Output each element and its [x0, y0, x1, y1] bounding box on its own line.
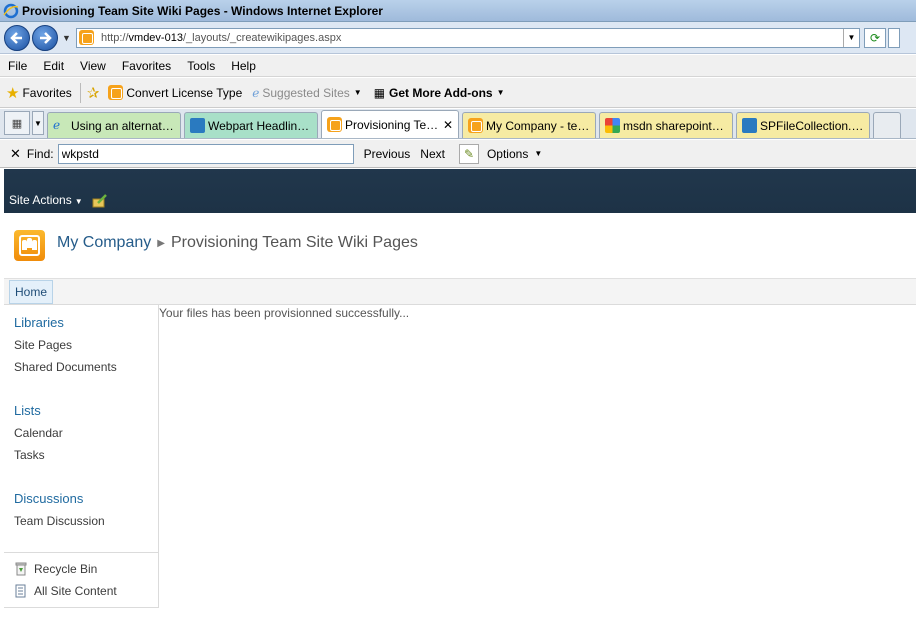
- find-bar: ✕ Find: Previous Next ✎ Options ▼: [0, 140, 916, 168]
- addons-dropdown-icon: ▼: [496, 88, 505, 97]
- ql-libraries-heading[interactable]: Libraries: [14, 315, 64, 330]
- back-arrow-icon: [10, 31, 22, 44]
- status-message: Your files has been provisionned success…: [159, 306, 410, 320]
- ql-calendar[interactable]: Calendar: [14, 426, 63, 440]
- get-addons-link[interactable]: ▦ Get More Add-ons ▼: [374, 86, 505, 100]
- window-title-bar: Provisioning Team Site Wiki Pages - Wind…: [0, 0, 916, 22]
- menu-edit[interactable]: Edit: [35, 59, 72, 73]
- tab-msdn-sharepoint[interactable]: msdn sharepoint spf...: [599, 112, 733, 138]
- window-title: Provisioning Team Site Wiki Pages - Wind…: [22, 3, 383, 18]
- ql-divider: [4, 552, 159, 553]
- quick-tabs-button[interactable]: ▦: [4, 111, 30, 135]
- page-title: Provisioning Team Site Wiki Pages: [170, 234, 418, 251]
- new-tab-button[interactable]: [873, 112, 901, 138]
- ie-page-icon: ℯ: [53, 118, 61, 132]
- menu-bar: File Edit View Favorites Tools Help: [0, 55, 916, 77]
- quick-tabs-icon: ▦: [11, 117, 23, 130]
- address-dropdown-icon[interactable]: ▼: [843, 28, 859, 47]
- ql-all-site-content[interactable]: All Site Content: [14, 584, 117, 598]
- tab-using-alternate[interactable]: ℯ Using an alternate C...: [47, 112, 181, 138]
- ie-logo-icon: [3, 3, 19, 18]
- find-previous-button[interactable]: Previous: [364, 147, 411, 161]
- star-icon: ★: [6, 84, 20, 102]
- address-bar-row: ▼ http://vmdev-013/_layouts/_createwikip…: [0, 22, 916, 54]
- webpart-page-icon: [190, 118, 205, 133]
- close-tab-icon[interactable]: ✕: [443, 118, 453, 132]
- tab-spfilecollection[interactable]: SPFileCollection.Add...: [736, 112, 870, 138]
- ql-recycle-bin[interactable]: Recycle Bin: [14, 562, 97, 576]
- site-header: My Company ▶ Provisioning Team Site Wiki…: [4, 213, 916, 279]
- find-input[interactable]: [57, 143, 354, 164]
- tab-provisioning-team[interactable]: Provisioning Tea... ✕: [321, 110, 459, 138]
- google-icon: [605, 118, 620, 133]
- highlight-icon[interactable]: ✎: [458, 143, 479, 164]
- breadcrumb-site-link[interactable]: My Company: [57, 234, 151, 252]
- breadcrumb-separator-icon: ▶: [157, 237, 165, 249]
- site-favicon-icon: [79, 30, 94, 45]
- topnav-home[interactable]: Home: [9, 280, 54, 304]
- address-field[interactable]: http://vmdev-013/_layouts/_createwikipag…: [76, 27, 860, 48]
- recycle-bin-icon: [15, 562, 27, 576]
- ql-shared-documents[interactable]: Shared Documents: [14, 360, 117, 374]
- sharepoint-icon: [108, 85, 124, 100]
- favorites-bar: ★ Favorites ✰ Convert License Type ℯ Sug…: [0, 78, 916, 108]
- close-find-icon[interactable]: ✕: [10, 146, 21, 162]
- favorites-button[interactable]: ★ Favorites: [6, 84, 72, 102]
- tab-webpart-headline[interactable]: Webpart Headline h...: [184, 112, 318, 138]
- recent-pages-dropdown-icon[interactable]: ▼: [62, 33, 72, 43]
- refresh-icon: ⟳: [869, 30, 881, 45]
- find-next-button[interactable]: Next: [420, 147, 445, 161]
- addons-icon: ▦: [373, 85, 386, 100]
- sharepoint-tab-icon: [468, 118, 483, 133]
- site-content-icon: [15, 584, 26, 598]
- quick-launch: Libraries Site Pages Shared Documents Li…: [4, 305, 159, 608]
- suggested-dropdown-icon: ▼: [353, 88, 362, 97]
- menu-help[interactable]: Help: [223, 59, 264, 73]
- menu-view[interactable]: View: [72, 59, 114, 73]
- tab-list-dropdown[interactable]: ▼: [32, 111, 44, 135]
- breadcrumb: My Company ▶ Provisioning Team Site Wiki…: [57, 234, 418, 252]
- back-button[interactable]: [4, 24, 30, 51]
- ql-tasks[interactable]: Tasks: [14, 448, 45, 462]
- ql-team-discussion[interactable]: Team Discussion: [14, 514, 105, 528]
- sharepoint-ribbon: Site Actions ▼: [4, 169, 916, 213]
- find-options-dropdown-icon: ▼: [534, 149, 543, 158]
- refresh-button[interactable]: ⟳: [864, 27, 886, 48]
- ql-lists-heading[interactable]: Lists: [14, 403, 41, 418]
- add-favorite-star-icon: ✰: [86, 84, 100, 102]
- address-url: http://vmdev-013/_layouts/_createwikipag…: [101, 31, 342, 44]
- forward-arrow-icon: [40, 31, 52, 44]
- msdn-page-icon: [742, 118, 757, 133]
- site-actions-menu[interactable]: Site Actions ▼: [9, 193, 83, 207]
- menu-tools[interactable]: Tools: [179, 59, 223, 73]
- tab-bar: ▦ ▼ ℯ Using an alternate C... Webpart He…: [0, 109, 916, 139]
- add-to-favorites-button[interactable]: ✰: [87, 84, 103, 102]
- stop-button[interactable]: [888, 27, 900, 48]
- ie-suggested-icon: ℯ: [252, 85, 260, 100]
- top-navigation: Home: [4, 279, 916, 305]
- tab-list-dropdown-icon: ▼: [34, 118, 42, 128]
- edit-page-icon[interactable]: [92, 193, 108, 209]
- convert-license-link[interactable]: Convert License Type: [108, 85, 242, 100]
- favorites-separator: [79, 82, 81, 103]
- find-label: Find:: [26, 146, 54, 161]
- tab-my-company[interactable]: My Company - test css: [462, 112, 596, 138]
- menu-favorites[interactable]: Favorites: [114, 59, 179, 73]
- site-actions-dropdown-icon: ▼: [74, 197, 83, 206]
- ql-site-pages[interactable]: Site Pages: [14, 338, 72, 352]
- suggested-sites-link[interactable]: ℯ Suggested Sites ▼: [252, 86, 361, 100]
- ql-discussions-heading[interactable]: Discussions: [14, 491, 83, 506]
- site-logo[interactable]: [14, 230, 45, 261]
- menu-file[interactable]: File: [0, 59, 35, 73]
- find-options-button[interactable]: Options: [487, 147, 528, 161]
- forward-button[interactable]: [32, 24, 58, 51]
- sharepoint-tab-icon: [327, 117, 342, 132]
